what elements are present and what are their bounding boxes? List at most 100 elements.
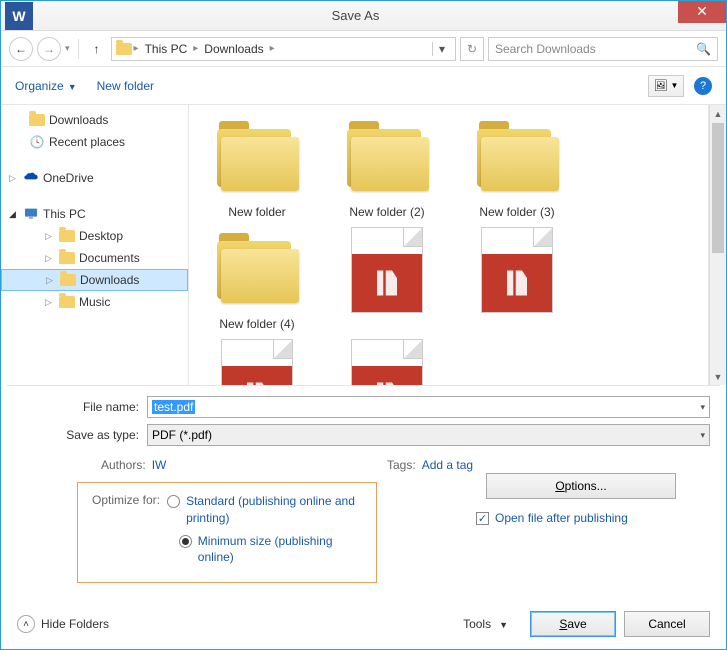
savetype-dropdown[interactable]: PDF (*.pdf)▾ (147, 424, 710, 446)
folder-icon (59, 296, 75, 308)
chevron-down-icon[interactable]: ▾ (700, 430, 705, 441)
recent-icon: 🕓 (29, 134, 45, 150)
file-list[interactable]: New folder New folder (2) New folder (3)… (189, 105, 709, 385)
chevron-down-icon[interactable]: ◢ (9, 209, 19, 220)
chevron-down-icon[interactable]: ▾ (700, 402, 705, 413)
search-icon: 🔍 (696, 42, 711, 56)
search-input[interactable]: Search Downloads 🔍 (488, 37, 718, 61)
filename-input[interactable]: test.pdf▾ (147, 396, 710, 418)
title-bar: W Save As ✕ (1, 1, 726, 31)
folder-tree: Downloads 🕓Recent places ▷OneDrive ◢This… (1, 105, 189, 385)
word-app-icon: W (5, 2, 33, 30)
refresh-button[interactable]: ↻ (460, 37, 484, 61)
options-column: Options... ✓ Open file after publishing (476, 473, 696, 525)
radio-minimum[interactable] (179, 535, 192, 548)
tree-recent-places[interactable]: 🕓Recent places (1, 131, 188, 153)
chevron-right-icon[interactable]: ▷ (45, 297, 55, 308)
open-after-checkbox[interactable]: ✓ (476, 512, 489, 525)
scrollbar-thumb[interactable] (712, 123, 724, 253)
filename-label: File name: (17, 400, 147, 414)
tree-desktop[interactable]: ▷Desktop (1, 225, 188, 247)
open-after-label[interactable]: Open file after publishing (495, 511, 628, 525)
file-label: New folder (2) (349, 205, 424, 219)
forward-button: → (37, 37, 61, 61)
options-button[interactable]: Options... (486, 473, 676, 499)
chevron-right-icon[interactable]: ▷ (45, 253, 55, 264)
chevron-right-icon: ▸ (193, 43, 198, 54)
back-button[interactable]: ← (9, 37, 33, 61)
savetype-label: Save as type: (17, 428, 147, 442)
scroll-down-icon[interactable]: ▼ (710, 368, 726, 385)
save-button[interactable]: Save (530, 611, 616, 637)
dialog-footer: ˄Hide Folders Tools▼ Save Cancel (1, 599, 726, 649)
window-title: Save As (33, 8, 678, 23)
folder-icon (29, 114, 45, 126)
breadcrumb-thispc[interactable]: This PC (141, 42, 192, 56)
radio-standard-label[interactable]: Standard (publishing online and printing… (186, 493, 362, 527)
folder-icon (215, 235, 299, 305)
tree-downloads[interactable]: Downloads (1, 109, 188, 131)
folder-icon (59, 230, 75, 242)
radio-minimum-label[interactable]: Minimum size (publishing online) (198, 533, 362, 567)
chevron-down-icon: ▼ (499, 620, 508, 630)
tree-onedrive[interactable]: ▷OneDrive (1, 167, 188, 189)
chevron-right-icon: ▸ (134, 43, 139, 54)
chevron-right-icon[interactable]: ▷ (45, 231, 55, 242)
tags-label: Tags: (387, 458, 416, 472)
file-label: New folder (4) (219, 317, 294, 331)
folder-icon (59, 252, 75, 264)
tree-documents[interactable]: ▷Documents (1, 247, 188, 269)
scroll-up-icon[interactable]: ▲ (710, 105, 726, 122)
onedrive-icon (23, 170, 39, 186)
tags-value[interactable]: Add a tag (422, 458, 473, 472)
file-item[interactable] (457, 227, 577, 331)
chevron-right-icon[interactable]: ▷ (46, 275, 56, 286)
search-placeholder: Search Downloads (495, 42, 596, 56)
hide-folders-button[interactable]: ˄Hide Folders (17, 615, 109, 633)
document-icon (351, 339, 423, 385)
tools-menu[interactable]: Tools▼ (463, 617, 508, 631)
pc-icon (23, 206, 39, 222)
up-button[interactable]: ↑ (87, 39, 107, 59)
folder-icon (475, 123, 559, 193)
pc-icon (116, 43, 132, 55)
new-folder-button[interactable]: New folder (97, 79, 154, 93)
authors-label: Authors: (101, 458, 146, 472)
help-button[interactable]: ? (694, 77, 712, 95)
chevron-down-icon: ▼ (68, 82, 77, 92)
optimize-label: Optimize for: (92, 493, 167, 507)
tree-thispc[interactable]: ◢This PC (1, 203, 188, 225)
folder-icon (60, 274, 76, 286)
breadcrumb[interactable]: ▸ This PC ▸ Downloads ▸ ▾ (111, 37, 456, 61)
file-item[interactable] (327, 339, 447, 385)
authors-value[interactable]: IW (152, 458, 167, 472)
close-button[interactable]: ✕ (678, 1, 726, 23)
toolbar: Organize▼ New folder 🖼▼ ? (1, 67, 726, 105)
organize-menu[interactable]: Organize▼ (15, 79, 77, 93)
folder-icon (345, 123, 429, 193)
breadcrumb-dropdown-icon[interactable]: ▾ (432, 42, 451, 56)
tree-music[interactable]: ▷Music (1, 291, 188, 313)
breadcrumb-downloads[interactable]: Downloads (200, 42, 267, 56)
folder-item[interactable]: New folder (4) (197, 227, 317, 331)
chevron-right-icon: ▸ (270, 43, 275, 54)
chevron-down-icon: ▼ (671, 81, 679, 90)
vertical-scrollbar[interactable]: ▲ ▼ (709, 105, 726, 385)
file-item[interactable] (197, 339, 317, 385)
document-icon (481, 227, 553, 313)
cancel-button[interactable]: Cancel (624, 611, 710, 637)
folder-item[interactable]: New folder (3) (457, 115, 577, 219)
folder-item[interactable]: New folder (2) (327, 115, 447, 219)
optimize-group: Optimize for: Standard (publishing onlin… (77, 482, 377, 583)
view-options-button[interactable]: 🖼▼ (648, 75, 684, 97)
folder-icon (215, 123, 299, 193)
tree-downloads-selected[interactable]: ▷Downloads (1, 269, 188, 291)
file-item[interactable] (327, 227, 447, 331)
chevron-up-icon: ˄ (17, 615, 35, 633)
history-dropdown-icon[interactable]: ▾ (65, 43, 70, 54)
chevron-right-icon[interactable]: ▷ (9, 173, 19, 184)
folder-item[interactable]: New folder (197, 115, 317, 219)
document-icon (351, 227, 423, 313)
radio-standard[interactable] (167, 495, 180, 508)
document-icon (221, 339, 293, 385)
